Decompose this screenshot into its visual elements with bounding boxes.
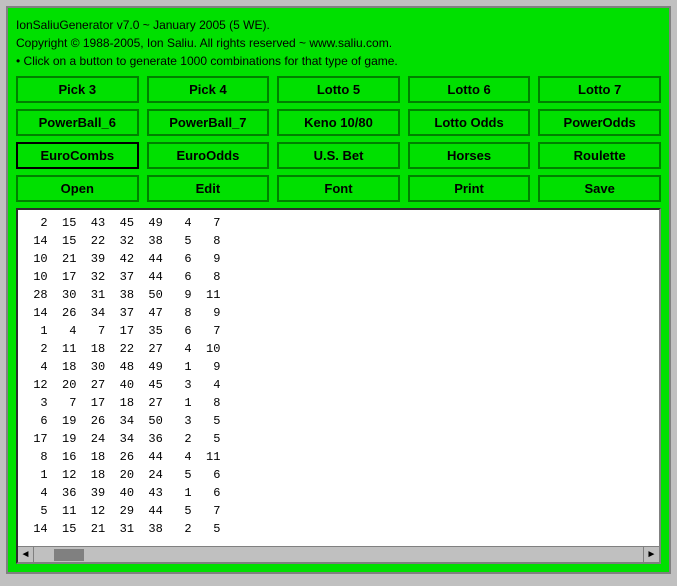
button-row-1: Pick 3 Pick 4 Lotto 5 Lotto 6 Lotto 7 bbox=[16, 76, 661, 103]
font-button[interactable]: Font bbox=[277, 175, 400, 202]
button-row-3: EuroCombs EuroOdds U.S. Bet Horses Roulette bbox=[16, 142, 661, 169]
lotto-odds-button[interactable]: Lotto Odds bbox=[408, 109, 531, 136]
powerball7-button[interactable]: PowerBall_7 bbox=[147, 109, 270, 136]
button-row-2: PowerBall_6 PowerBall_7 Keno 10/80 Lotto Od… bbox=[16, 109, 661, 136]
save-button[interactable]: Save bbox=[538, 175, 661, 202]
horizontal-scrollbar[interactable]: ◄ ► bbox=[18, 546, 659, 562]
pick3-button[interactable]: Pick 3 bbox=[16, 76, 139, 103]
lotto5-button[interactable]: Lotto 5 bbox=[277, 76, 400, 103]
title-line1: IonSaliuGenerator v7.0 ~ January 2005 (5… bbox=[16, 16, 661, 34]
us-bet-button[interactable]: U.S. Bet bbox=[277, 142, 400, 169]
roulette-button[interactable]: Roulette bbox=[538, 142, 661, 169]
euro-combs-button[interactable]: EuroCombs bbox=[16, 142, 139, 169]
main-window: IonSaliuGenerator v7.0 ~ January 2005 (5… bbox=[6, 6, 671, 574]
output-content: 2 15 43 45 49 4 7 14 15 22 32 38 5 8 10 … bbox=[26, 214, 651, 538]
app-header: IonSaliuGenerator v7.0 ~ January 2005 (5… bbox=[16, 16, 661, 70]
print-button[interactable]: Print bbox=[408, 175, 531, 202]
output-scroll[interactable]: 2 15 43 45 49 4 7 14 15 22 32 38 5 8 10 … bbox=[18, 210, 659, 546]
keno-button[interactable]: Keno 10/80 bbox=[277, 109, 400, 136]
output-area: 2 15 43 45 49 4 7 14 15 22 32 38 5 8 10 … bbox=[16, 208, 661, 564]
euro-odds-button[interactable]: EuroOdds bbox=[147, 142, 270, 169]
lotto6-button[interactable]: Lotto 6 bbox=[408, 76, 531, 103]
powerball6-button[interactable]: PowerBall_6 bbox=[16, 109, 139, 136]
title-line2: Copyright © 1988-2005, Ion Saliu. All ri… bbox=[16, 34, 661, 52]
lotto7-button[interactable]: Lotto 7 bbox=[538, 76, 661, 103]
power-odds-button[interactable]: PowerOdds bbox=[538, 109, 661, 136]
h-scroll-track[interactable] bbox=[34, 547, 643, 562]
open-button[interactable]: Open bbox=[16, 175, 139, 202]
horses-button[interactable]: Horses bbox=[408, 142, 531, 169]
button-row-4: Open Edit Font Print Save bbox=[16, 175, 661, 202]
pick4-button[interactable]: Pick 4 bbox=[147, 76, 270, 103]
title-line3: • Click on a button to generate 1000 com… bbox=[16, 52, 661, 70]
edit-button[interactable]: Edit bbox=[147, 175, 270, 202]
